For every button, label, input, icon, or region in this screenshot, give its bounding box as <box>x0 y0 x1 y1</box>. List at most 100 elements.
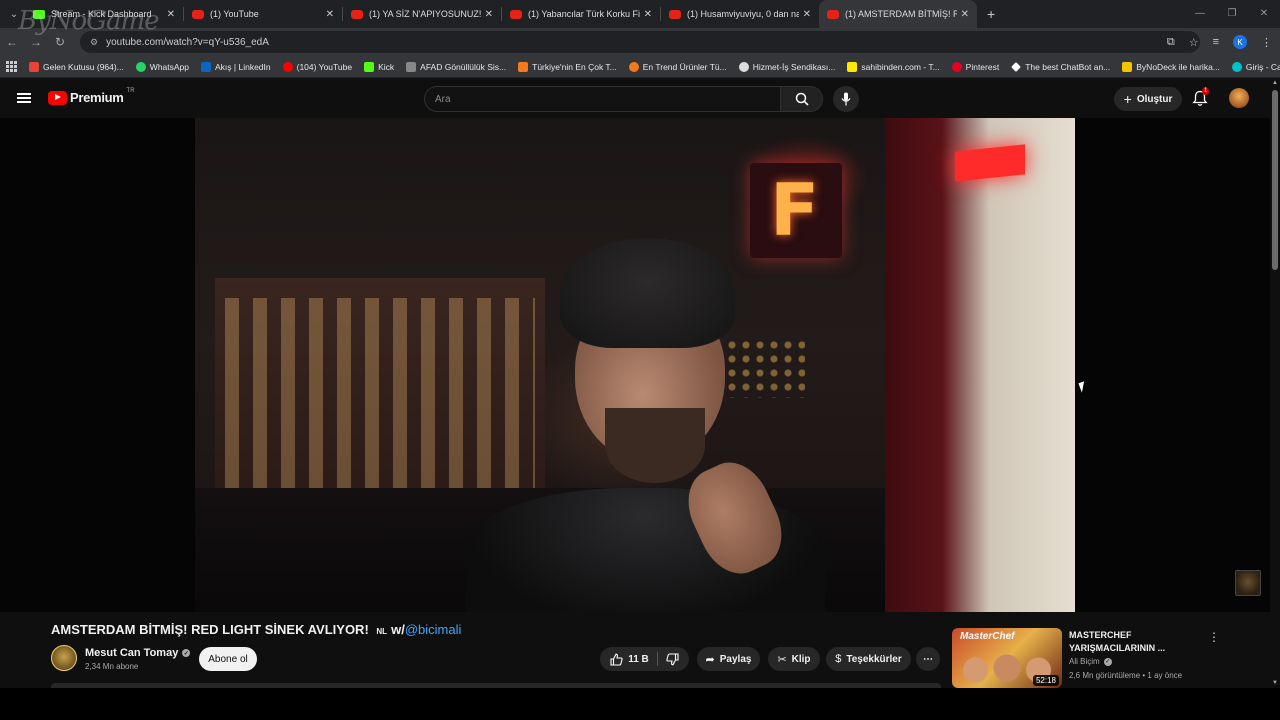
channel-watermark-avatar[interactable] <box>1235 570 1261 596</box>
scroll-down-icon[interactable]: ▼ <box>1272 680 1278 686</box>
thanks-label: Teşekkürler <box>846 653 902 665</box>
stream-watermark: ByNoGame <box>18 6 160 36</box>
like-dislike-group: 11 B <box>600 647 689 671</box>
collab-link[interactable]: @bicimali <box>405 622 462 637</box>
bookmark-item[interactable]: WhatsApp <box>135 61 190 72</box>
bookmark-label: AFAD Gönüllülük Sis... <box>420 61 507 72</box>
bookmark-item[interactable]: Kick <box>364 61 394 72</box>
like-count: 11 B <box>628 653 649 665</box>
bookmark-label: (104) YouTube <box>296 61 353 72</box>
scroll-up-icon[interactable]: ▲ <box>1272 80 1278 86</box>
browser-tab[interactable]: (1) YouTube ✕ <box>184 0 342 28</box>
notifications-button[interactable]: 1 <box>1192 87 1210 108</box>
menu-icon[interactable] <box>17 93 31 103</box>
video-player[interactable] <box>0 118 1270 612</box>
page-scrollbar[interactable]: ▲ ▼ <box>1270 78 1280 688</box>
bookmark-item[interactable]: Akış | LinkedIn <box>201 61 271 72</box>
media-control-icon[interactable]: ≡ <box>1213 36 1219 48</box>
bookmark-label: Gelen Kutusu (964)... <box>43 61 124 72</box>
video-frame[interactable] <box>195 118 1075 612</box>
browser-tab[interactable]: (1) Husamviyuviyu, 0 dan nası b ✕ <box>661 0 819 28</box>
browser-tab[interactable]: (1) YA SİZ N'APIYOSUNUZ! NET ✕ <box>343 0 501 28</box>
close-tab-icon[interactable]: ✕ <box>961 9 969 20</box>
create-button[interactable]: + Oluştur <box>1114 87 1182 111</box>
close-window-icon[interactable]: ✕ <box>1248 0 1280 28</box>
bookmark-label: ByNoDeck ile harika... <box>1136 61 1220 72</box>
browser-menu-icon[interactable]: ⋮ <box>1261 36 1272 49</box>
bookmark-item[interactable]: (104) YouTube <box>282 61 353 72</box>
youtube-icon <box>827 9 839 19</box>
thanks-button[interactable]: $ Teşekkürler <box>826 647 911 671</box>
recommended-menu-icon[interactable]: ⋮ <box>1208 630 1220 644</box>
bookmark-label: WhatsApp <box>149 61 190 72</box>
url-field[interactable]: ⚙ youtube.com/watch?v=qY-u536_edA <box>80 31 1200 53</box>
browser-tab[interactable]: (1) Yabancılar Türk Korku Filmle ✕ <box>502 0 660 28</box>
thumbs-up-icon <box>610 653 623 666</box>
url-text: youtube.com/watch?v=qY-u536_edA <box>106 36 269 48</box>
close-tab-icon[interactable]: ✕ <box>326 9 334 20</box>
subscribe-button[interactable]: Abone ol <box>199 647 257 671</box>
close-tab-icon[interactable]: ✕ <box>803 9 811 20</box>
gmail-icon <box>29 61 39 72</box>
person-beard <box>605 408 705 483</box>
bookmark-item[interactable]: Pinterest <box>951 61 999 72</box>
linkedin-icon <box>201 61 212 72</box>
youtube-premium-logo[interactable]: Premium TR <box>48 88 135 105</box>
plus-icon: + <box>1123 91 1132 107</box>
back-icon[interactable]: ← <box>0 35 24 49</box>
recommended-title[interactable]: MASTERCHEF YARIŞMACILARININ ... <box>1069 629 1189 655</box>
new-tab-button[interactable]: + <box>987 6 995 22</box>
bookmark-item[interactable]: The best ChatBot an... <box>1011 62 1110 72</box>
bookmark-label: Giriş - Canva <box>1245 61 1280 72</box>
youtube-icon <box>282 61 293 72</box>
close-tab-icon[interactable]: ✕ <box>167 9 175 20</box>
bookmark-item[interactable]: Gelen Kutusu (964)... <box>29 61 124 72</box>
site-info-icon[interactable]: ⚙ <box>90 37 98 48</box>
recommended-thumbnail[interactable]: MasterChef 52:18 <box>952 628 1062 688</box>
install-app-icon[interactable]: ⧉ <box>1167 36 1175 49</box>
close-tab-icon[interactable]: ✕ <box>485 9 493 20</box>
close-tab-icon[interactable]: ✕ <box>644 9 652 20</box>
channel-name-row[interactable]: Mesut Can Tomay ✓ <box>85 647 191 659</box>
more-horizontal-icon: ⋯ <box>923 653 933 665</box>
profile-avatar[interactable]: K <box>1233 35 1247 49</box>
like-button[interactable]: 11 B <box>602 647 657 671</box>
tab-title: (1) Yabancılar Türk Korku Filmle <box>528 9 640 19</box>
bookmark-star-icon[interactable]: ☆ <box>1189 36 1199 49</box>
dislike-button[interactable] <box>658 647 687 671</box>
bookmark-item[interactable]: Türkiye'nin En Çok T... <box>518 61 617 72</box>
video-title: AMSTERDAM BİTMİŞ! RED LIGHT SİNEK AVLIYO… <box>51 622 461 637</box>
channel-name[interactable]: Mesut Can Tomay <box>85 647 178 659</box>
search-input[interactable]: Ara <box>424 86 781 112</box>
recommended-channel[interactable]: Ali Biçim <box>1069 657 1100 666</box>
recommended-meta: 2,6 Mn görüntüleme • 1 ay önce <box>1069 671 1183 680</box>
search-button[interactable] <box>781 86 823 112</box>
share-button[interactable]: ➦ Paylaş <box>697 647 760 671</box>
bookmark-item[interactable]: Giriş - Canva <box>1231 61 1280 72</box>
bookmark-item[interactable]: sahibinden.com - T... <box>847 61 940 72</box>
bookmark-item[interactable]: AFAD Gönüllülük Sis... <box>406 61 507 72</box>
forward-icon[interactable]: → <box>24 35 48 49</box>
minimize-icon[interactable]: — <box>1184 0 1216 28</box>
search-icon <box>795 92 809 106</box>
reload-icon[interactable]: ↻ <box>48 35 72 49</box>
whatsapp-icon <box>135 61 146 72</box>
share-arrow-icon: ➦ <box>705 653 715 666</box>
thumbnail-text: MasterChef <box>960 631 1015 642</box>
bookmark-item[interactable]: En Trend Ürünler Tü... <box>628 61 727 72</box>
maximize-icon[interactable]: ❐ <box>1216 0 1248 28</box>
more-actions-button[interactable]: ⋯ <box>916 647 940 671</box>
scrollbar-thumb[interactable] <box>1272 90 1278 270</box>
account-avatar[interactable] <box>1229 88 1249 108</box>
address-bar-row: ← → ↻ ⚙ youtube.com/watch?v=qY-u536_edA … <box>0 28 1280 56</box>
browser-tab-active[interactable]: (1) AMSTERDAM BİTMİŞ! RED L ✕ <box>819 0 977 28</box>
youtube-play-icon <box>48 90 67 105</box>
apps-grid-icon[interactable] <box>6 60 17 73</box>
clip-button[interactable]: ✂ Klip <box>768 647 820 671</box>
voice-search-button[interactable] <box>833 86 859 112</box>
share-label: Paylaş <box>719 653 752 665</box>
bookmark-item[interactable]: ByNoDeck ile harika... <box>1122 61 1220 72</box>
bookmark-item[interactable]: Hizmet-İş Sendikası... <box>738 61 835 72</box>
recommended-channel-row[interactable]: Ali Biçim ✓ <box>1069 657 1112 666</box>
channel-avatar[interactable] <box>51 645 77 671</box>
